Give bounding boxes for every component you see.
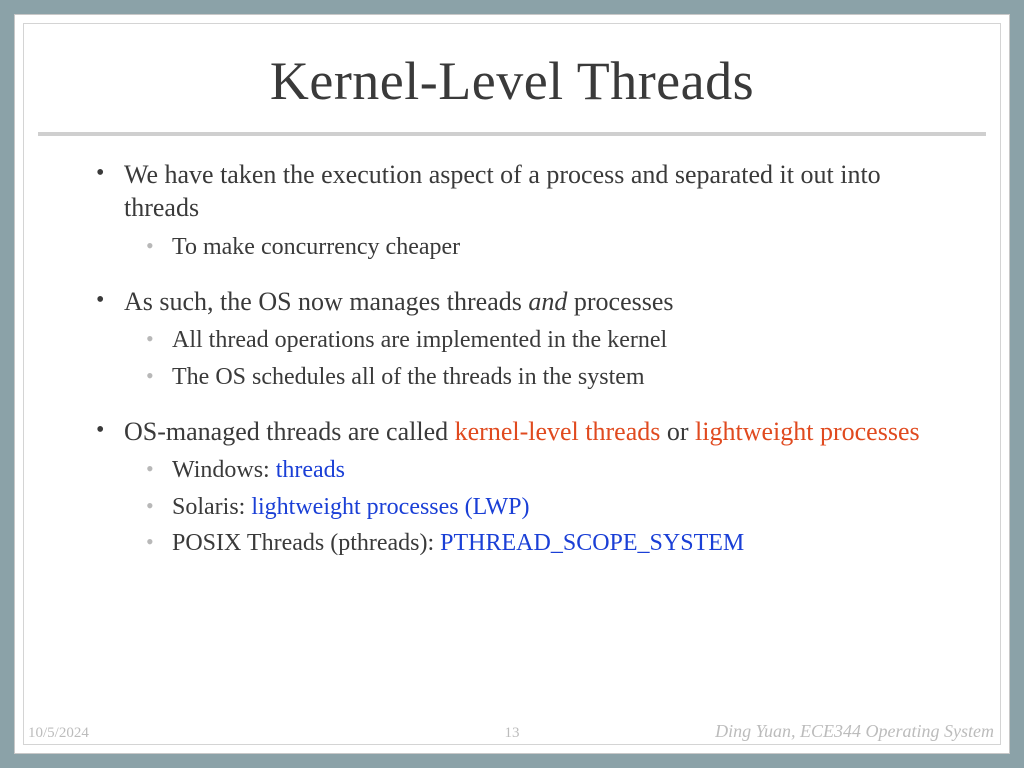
slide-body: We have taken the execution aspect of a …: [24, 136, 1000, 559]
bullet-level-1: We have taken the execution aspect of a …: [64, 158, 960, 225]
footer-page-number: 13: [505, 725, 520, 742]
slide-footer: 10/5/2024 13 Ding Yuan, ECE344 Operating…: [24, 722, 1000, 742]
bullet-level-2: Solaris: lightweight processes (LWP): [64, 491, 960, 523]
bullet-level-2: The OS schedules all of the threads in t…: [64, 361, 960, 393]
text: OS-managed threads are called: [124, 417, 455, 446]
text: Windows:: [172, 457, 276, 483]
text-highlight-red: lightweight processes: [695, 417, 920, 446]
slide-title: Kernel-Level Threads: [24, 24, 1000, 132]
slide-outer-frame: Kernel-Level Threads We have taken the e…: [14, 14, 1010, 754]
text: processes: [567, 287, 673, 316]
text-highlight-blue: threads: [276, 457, 345, 483]
text: POSIX Threads (pthreads):: [172, 530, 440, 556]
slide-inner-frame: Kernel-Level Threads We have taken the e…: [23, 23, 1001, 745]
text: Solaris:: [172, 494, 251, 520]
text: As such, the OS now manages threads: [124, 287, 528, 316]
text: or: [660, 417, 695, 446]
text-highlight-blue: PTHREAD_SCOPE_SYSTEM: [440, 530, 744, 556]
bullet-group: OS-managed threads are called kernel-lev…: [64, 415, 960, 559]
bullet-level-1: OS-managed threads are called kernel-lev…: [64, 415, 960, 448]
bullet-level-2: Windows: threads: [64, 454, 960, 486]
bullet-level-1: As such, the OS now manages threads and …: [64, 285, 960, 318]
text-highlight-red: kernel-level threads: [455, 417, 661, 446]
footer-date: 10/5/2024: [28, 725, 89, 742]
bullet-group: We have taken the execution aspect of a …: [64, 158, 960, 263]
bullet-level-2: POSIX Threads (pthreads): PTHREAD_SCOPE_…: [64, 527, 960, 559]
bullet-level-2: All thread operations are implemented in…: [64, 324, 960, 356]
footer-author: Ding Yuan, ECE344 Operating System: [715, 721, 994, 742]
bullet-level-2: To make concurrency cheaper: [64, 231, 960, 263]
text-highlight-blue: lightweight processes (LWP): [251, 494, 529, 520]
text-italic: and: [528, 287, 567, 316]
bullet-group: As such, the OS now manages threads and …: [64, 285, 960, 393]
